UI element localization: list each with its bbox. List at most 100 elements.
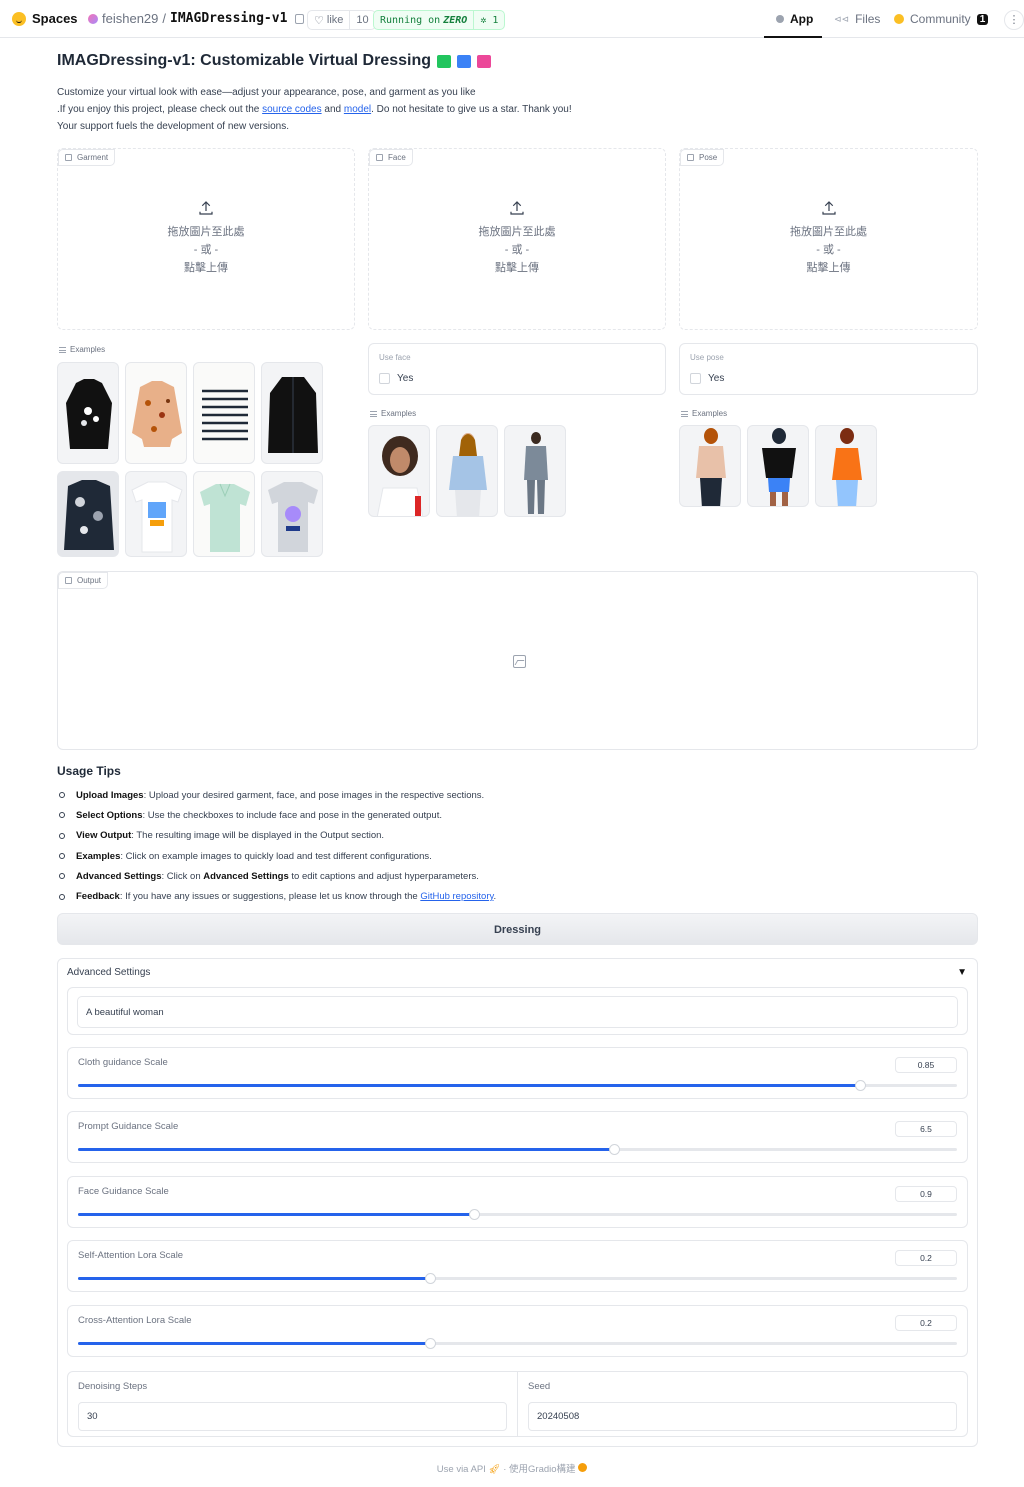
slider-track[interactable] [78,1209,957,1220]
output-label: Output [58,572,109,589]
slider-handle[interactable] [468,1209,480,1220]
garment-label-text: Garment [77,153,109,162]
model-link[interactable]: model [344,104,371,115]
rocket-icon: 🚀︎ [488,1464,501,1475]
description-line-1: Customize your virtual look with ease—ad… [57,87,476,98]
slider-track[interactable] [78,1338,957,1349]
active-tab-indicator [764,36,822,38]
garment-example-black-floral-sweater[interactable] [57,362,119,464]
slider-label: Self-Attention Lora Scale [78,1250,184,1261]
prompt-textarea[interactable]: A beautiful woman [77,996,958,1028]
pose-image [696,428,726,506]
slider-track[interactable] [78,1080,957,1091]
face-example-2[interactable] [436,425,498,517]
pose-label-text: Pose [699,153,718,162]
github-repository-link[interactable]: GitHub repository [420,891,493,902]
running-status-badge[interactable]: Running on ZERO ✲ 1 [373,10,506,30]
slider-value-input[interactable]: 0.9 [895,1186,957,1202]
garment-example-striped-sweater[interactable] [193,362,255,464]
slider-fill [78,1213,474,1216]
tip-text: : Upload your desired garment, face, and… [143,789,485,801]
slider-handle[interactable] [424,1338,436,1349]
checkbox-box[interactable] [379,373,390,384]
garment-example-mint-polo[interactable] [193,471,255,557]
tip-bold: Upload Images [76,789,144,801]
page-title: IMAGDressing-v1: Customizable Virtual Dr… [57,52,492,70]
garment-example-graphic-tee-white[interactable] [125,471,187,557]
slider-track[interactable] [78,1273,957,1284]
tab-app-label: App [790,12,814,26]
replica-count: 1 [492,14,499,26]
slider-fill [78,1277,430,1280]
tip-bold: View Output [76,830,132,842]
face-upload[interactable]: Face 拖放圖片至此處 - 或 - 點擊上傳 [368,148,666,330]
pose-example-3[interactable] [815,425,877,507]
tab-app[interactable]: App [776,12,813,26]
like-button[interactable]: ♡ like 10 [307,10,376,30]
more-options-icon[interactable]: ⋮ [1004,10,1024,30]
yes-label: Yes [397,373,414,384]
face-image [376,436,424,516]
pose-upload[interactable]: Pose 拖放圖片至此處 - 或 - 點擊上傳 [679,148,978,330]
slider-label: Cross-Attention Lora Scale [78,1315,192,1326]
denoising-steps-input[interactable]: 30 [78,1402,507,1431]
spaces-brand[interactable]: Spaces [12,11,78,26]
source-codes-link[interactable]: source codes [262,104,321,115]
drop-text: 拖放圖片至此處 [790,226,867,238]
face-guidance-slider: Face Guidance Scale 0.9 [67,1176,968,1228]
pose-example-1[interactable] [679,425,741,507]
slider-handle[interactable] [609,1144,621,1155]
or-text: - 或 - [193,244,219,256]
tab-community-label: Community [910,12,971,26]
tab-files[interactable]: ⊲⊲ Files [834,12,880,26]
use-pose-panel: Use pose Yes [679,343,978,395]
garment-example-floral-shirt[interactable] [57,471,119,557]
garment-image [202,385,248,449]
replica-icon: ✲ [480,14,493,26]
copy-icon[interactable] [295,13,305,24]
pose-example-2[interactable] [747,425,809,507]
upload-dropzone[interactable]: 拖放圖片至此處 - 或 - 點擊上傳 [680,199,977,277]
face-example-3[interactable] [504,425,566,517]
slider-track[interactable] [78,1144,957,1155]
slider-value-input[interactable]: 0.85 [895,1057,957,1073]
garment-example-graphic-tee-grey[interactable] [261,471,323,557]
tip-bold: Select Options [76,809,143,821]
pose-examples-label: Examples [681,409,727,418]
repo-link[interactable]: IMAGDressing-v1 [170,11,287,26]
face-example-1[interactable] [368,425,430,517]
description-text: . Do not hesitate to give us a star. Tha… [371,104,572,115]
slider-value-input[interactable]: 0.2 [895,1315,957,1331]
tab-community[interactable]: Community 1 [894,12,989,26]
use-pose-checkbox[interactable]: Yes [690,373,724,384]
seed-input[interactable]: 20240508 [528,1402,957,1431]
blue-jeans-icon [457,54,472,68]
slider-label: Cloth guidance Scale [78,1057,168,1068]
dressing-button[interactable]: Dressing [57,913,978,945]
upload-dropzone[interactable]: 拖放圖片至此處 - 或 - 點擊上傳 [58,199,354,277]
running-label: Running on [380,14,441,26]
garment-upload[interactable]: Garment 拖放圖片至此處 - 或 - 點擊上傳 [57,148,355,330]
chevron-down-icon[interactable]: ▼ [957,967,967,978]
upload-icon [510,201,524,215]
use-via-api-link[interactable]: Use via API [437,1464,486,1475]
slider-value-input[interactable]: 6.5 [895,1121,957,1137]
upload-icon [821,201,836,215]
advanced-settings-toggle[interactable]: Advanced Settings [67,967,150,978]
garment-example-floral-blouse[interactable] [125,362,187,464]
footer: Use via API 🚀︎ · 使用Gradio構建 [0,1461,1024,1475]
use-face-checkbox[interactable]: Yes [379,373,413,384]
tip-text: : Click on example images to quickly loa… [120,850,432,862]
slider-handle[interactable] [424,1273,436,1284]
upload-dropzone[interactable]: 拖放圖片至此處 - 或 - 點擊上傳 [369,199,665,277]
drop-text: 拖放圖片至此處 [167,226,245,238]
garment-example-black-cardigan[interactable] [261,362,323,464]
owner-link[interactable]: feishen29 [102,11,158,26]
checkbox-box[interactable] [690,373,701,384]
like-count: 10 [356,14,369,26]
slider-handle[interactable] [855,1080,867,1091]
built-with-gradio-link[interactable]: 使用Gradio構建 [509,1464,576,1475]
slider-value-input[interactable]: 0.2 [895,1250,957,1266]
hardware-label: ZERO [443,14,468,26]
pose-label: Pose [680,149,725,166]
